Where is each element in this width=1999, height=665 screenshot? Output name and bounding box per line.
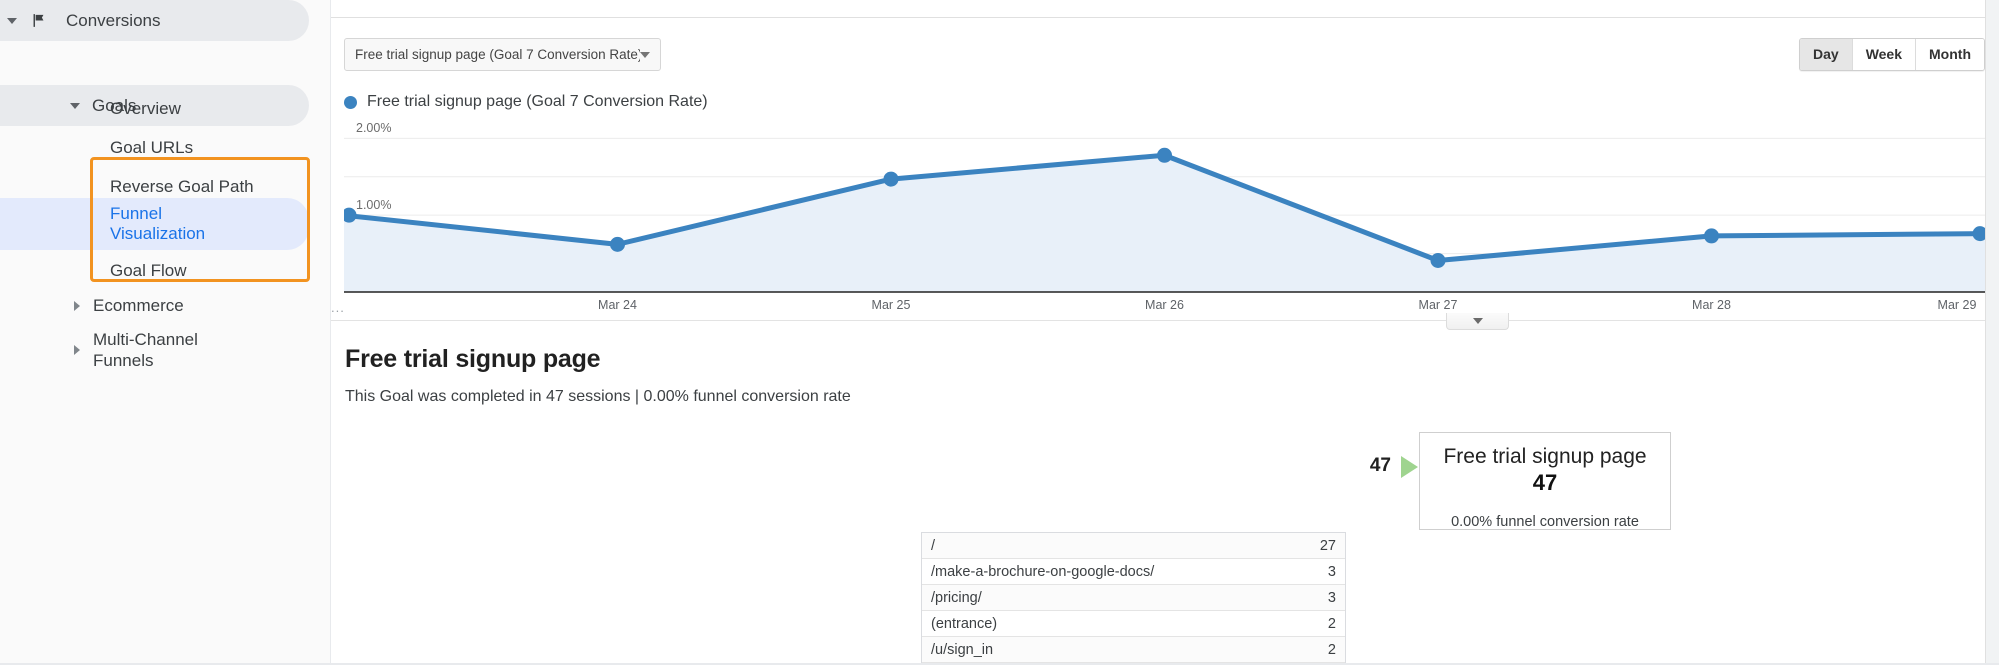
chart-area-fill: [344, 155, 1985, 292]
conversion-rate-line-chart[interactable]: 2.00% 1.00%: [344, 115, 1985, 295]
goal-selector-value: Free trial signup page (Goal 7 Conversio…: [355, 47, 640, 62]
page-title: Free trial signup page: [345, 345, 601, 373]
table-row[interactable]: (entrance) 2: [922, 611, 1345, 637]
table-row[interactable]: /u/sign_in 2: [922, 637, 1345, 663]
sidebar-item-ecommerce[interactable]: Ecommerce: [0, 285, 184, 326]
legend-series-label: Free trial signup page (Goal 7 Conversio…: [367, 93, 708, 110]
funnel-flow-arrow-icon: [1401, 456, 1418, 478]
sidebar-item-funnel-visualization[interactable]: Funnel Visualization: [0, 198, 309, 250]
main-content: Free trial signup page (Goal 7 Conversio…: [331, 0, 1999, 665]
sidebar-item-goal-flow-label: Goal Flow: [110, 260, 187, 280]
entry-count-cell: 2: [1327, 641, 1336, 658]
table-row[interactable]: / 27: [922, 533, 1345, 559]
chevron-down-icon: [640, 51, 650, 58]
right-gutter: [1985, 0, 1999, 665]
entry-count-cell: 27: [1319, 537, 1336, 554]
funnel-goal-step-name: Free trial signup page: [1443, 445, 1647, 468]
x-axis-tick-label: Mar 24: [598, 298, 637, 312]
funnel-goal-step-rate: 0.00% funnel conversion rate: [1451, 514, 1639, 530]
sidebar-item-overview[interactable]: Overview: [0, 88, 309, 129]
sidebar-item-multi-channel-funnels-label: Multi-Channel Funnels: [93, 330, 198, 370]
table-row[interactable]: /make-a-brochure-on-google-docs/3: [922, 559, 1345, 585]
sidebar-item-conversions-label: Conversions: [66, 10, 161, 30]
granularity-day-button[interactable]: Day: [1800, 39, 1852, 70]
y-axis-label-upper: 2.00%: [356, 121, 392, 136]
x-axis-tick-label: Mar 29: [1937, 298, 1977, 312]
funnel-entry-total: 47: [1369, 455, 1391, 476]
multi-channel-expand-caret-icon[interactable]: [0, 345, 80, 355]
flag-icon: [24, 12, 52, 29]
funnel-summary-text: This Goal was completed in 47 sessions |…: [345, 388, 851, 405]
sidebar-item-ecommerce-label: Ecommerce: [93, 295, 184, 315]
chart-collapse-toggle[interactable]: [1446, 313, 1509, 330]
entry-url-cell: (entrance): [931, 615, 998, 632]
chart-section-divider: [331, 320, 1999, 321]
analytics-funnel-visualization-page: Conversions Goals Overview Goal URLs Rev…: [0, 0, 1999, 665]
x-axis-tick-label: Mar 25: [871, 298, 911, 312]
chart-svg: [344, 137, 1985, 293]
x-axis-tick-label: Mar 28: [1692, 298, 1731, 312]
sidebar-item-reverse-goal-path-label: Reverse Goal Path: [110, 176, 254, 196]
sidebar-item-goal-urls[interactable]: Goal URLs: [0, 127, 309, 168]
granularity-button-group[interactable]: Day Week Month: [1799, 38, 1985, 71]
granularity-month-button[interactable]: Month: [1915, 39, 1984, 70]
chart-data-point[interactable]: [1704, 228, 1719, 244]
ecommerce-expand-caret-icon[interactable]: [0, 300, 80, 311]
funnel-goal-step-box[interactable]: Free trial signup page 47 0.00% funnel c…: [1419, 432, 1671, 530]
entry-url-cell: /u/sign_in: [931, 641, 994, 658]
entry-url-cell: /: [931, 537, 936, 554]
x-axis-ellipsis: ...: [331, 300, 345, 315]
toolbar-divider: [331, 17, 1985, 18]
chart-legend[interactable]: Free trial signup page (Goal 7 Conversio…: [344, 93, 708, 111]
entry-url-cell: /make-a-brochure-on-google-docs/: [931, 563, 1155, 580]
sidebar-navigation: Conversions Goals Overview Goal URLs Rev…: [0, 0, 331, 665]
entry-count-cell: 3: [1327, 589, 1336, 606]
sidebar-item-goal-urls-label: Goal URLs: [110, 137, 194, 157]
chevron-down-icon: [1472, 318, 1483, 324]
chart-x-axis: Mar 24 Mar 25 Mar 26 Mar 27 Mar 28 Mar 29: [344, 298, 1985, 318]
conversions-expand-caret-icon[interactable]: [0, 17, 24, 24]
x-axis-tick-label: Mar 27: [1418, 298, 1458, 312]
y-axis-label-lower: 1.00%: [356, 198, 392, 213]
legend-series-dot-icon: [344, 95, 357, 109]
sidebar-item-funnel-visualization-label: Funnel Visualization: [110, 204, 206, 243]
funnel-entry-sources-table[interactable]: / 27/make-a-brochure-on-google-docs/3/pri…: [921, 532, 1346, 663]
entry-count-cell: 3: [1327, 563, 1336, 580]
chart-data-point[interactable]: [1430, 253, 1446, 269]
x-axis-tick-label: Mar 26: [1145, 298, 1184, 312]
goal-selector-dropdown[interactable]: Free trial signup page (Goal 7 Conversio…: [344, 38, 661, 71]
sidebar-item-overview-label: Overview: [110, 98, 181, 118]
sidebar-item-multi-channel-funnels[interactable]: Multi-Channel Funnels: [0, 322, 203, 378]
chart-data-point[interactable]: [1157, 147, 1172, 163]
granularity-week-button[interactable]: Week: [1851, 39, 1916, 70]
sidebar-item-conversions[interactable]: Conversions: [0, 0, 309, 41]
entry-url-cell: /pricing/: [931, 589, 982, 606]
table-row[interactable]: /pricing/3: [922, 585, 1345, 611]
entry-count-cell: 2: [1327, 615, 1336, 632]
funnel-goal-step-count: 47: [1532, 470, 1558, 495]
chart-data-point[interactable]: [610, 236, 625, 252]
chart-data-point[interactable]: [883, 171, 899, 187]
